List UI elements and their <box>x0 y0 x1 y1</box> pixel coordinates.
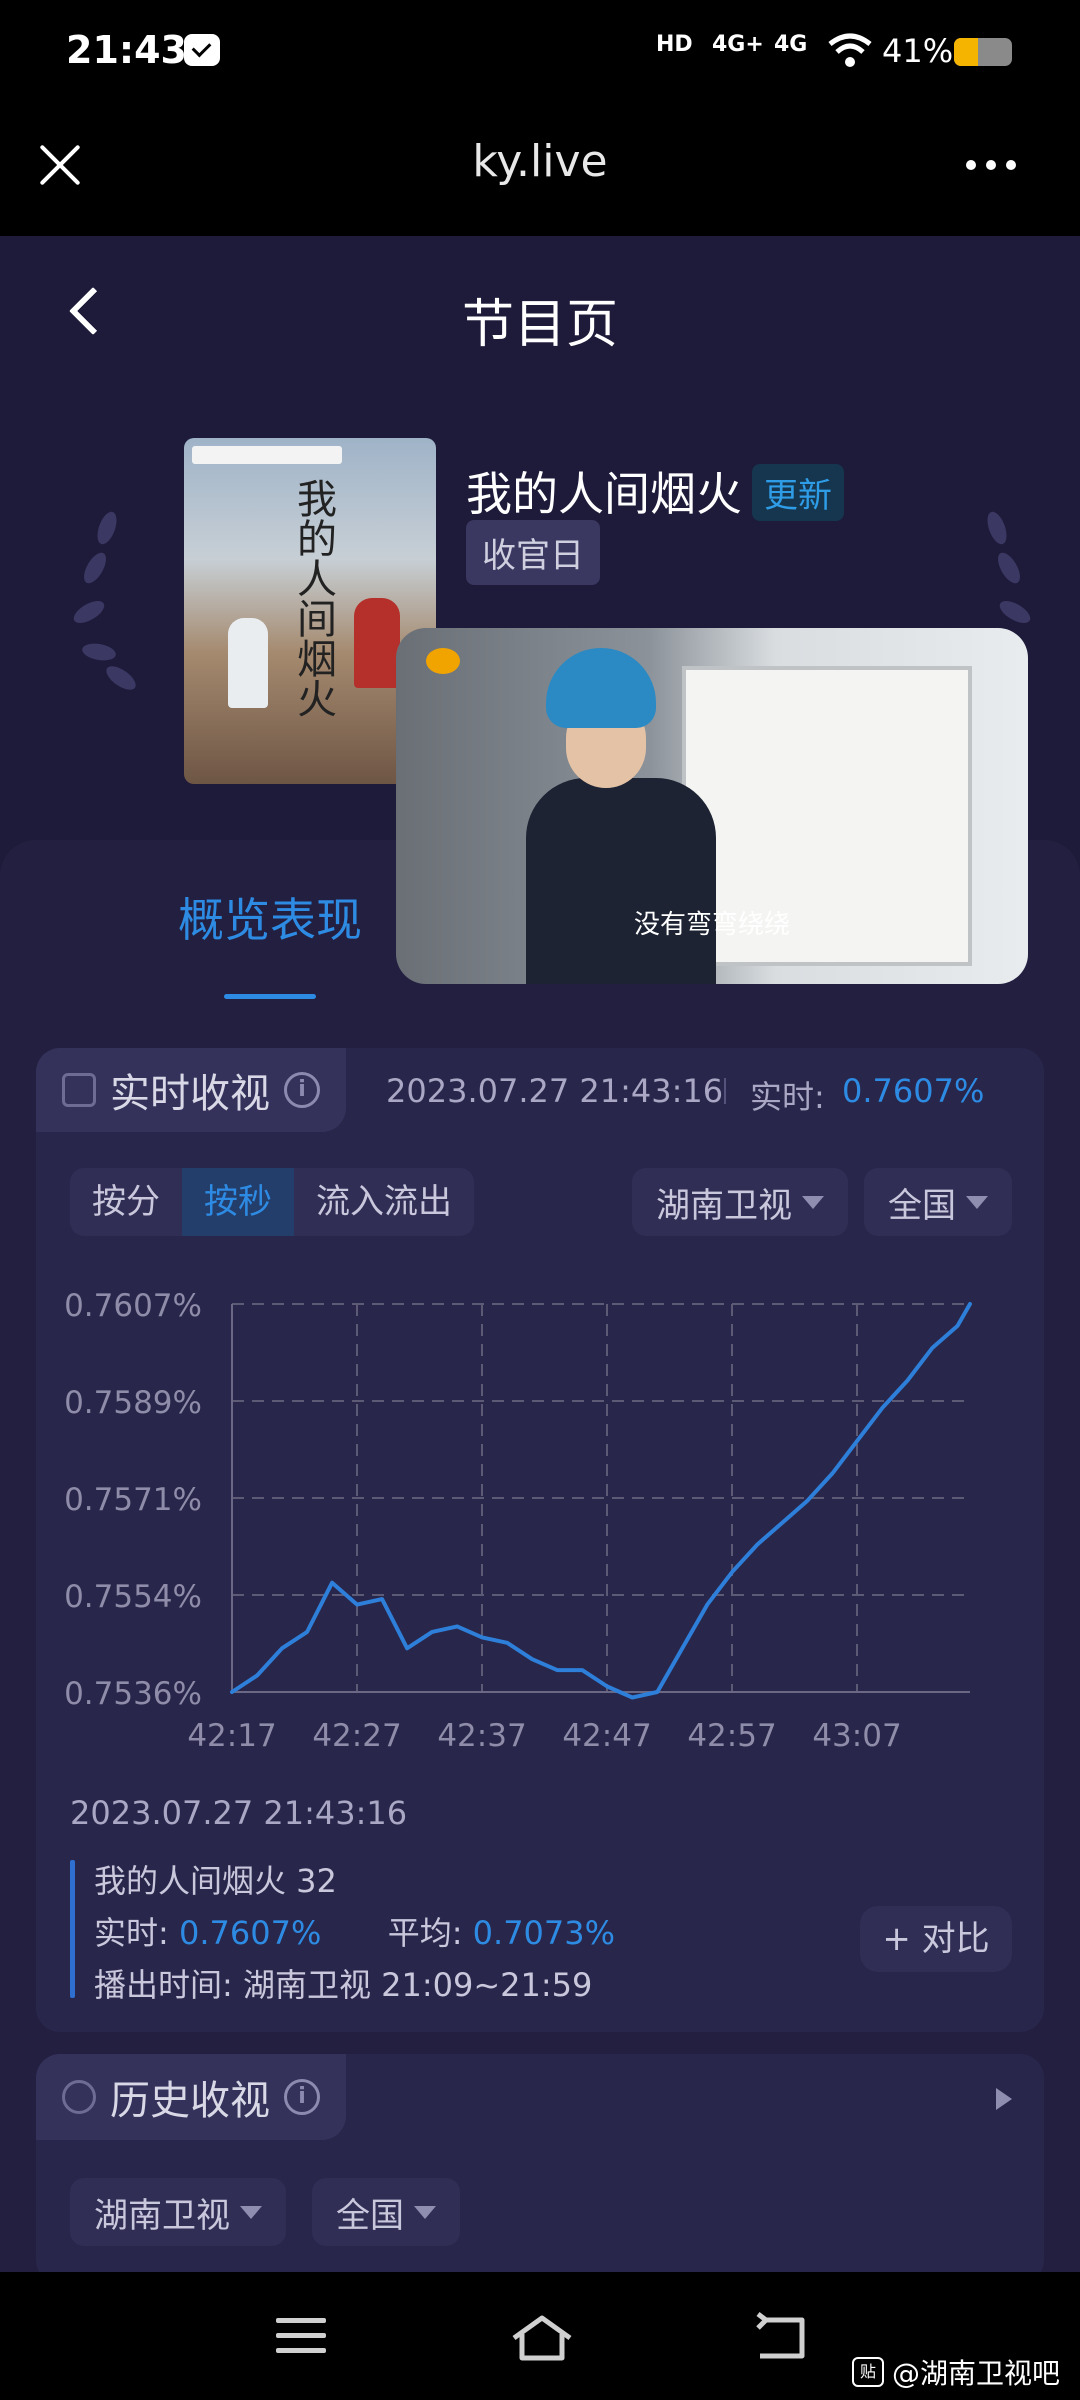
y-tick-label: 0.7536% <box>64 1676 202 1712</box>
x-tick-label: 42:37 <box>437 1718 526 1754</box>
x-tick-label: 42:47 <box>562 1718 651 1754</box>
region-dropdown[interactable]: 全国 <box>864 1168 1012 1236</box>
video-subtitle: 没有弯弯绕绕 <box>633 910 790 940</box>
hd-icon: HD <box>656 32 693 57</box>
x-tick-label: 42:57 <box>687 1718 776 1754</box>
detail-realtime-value: 0.7607% <box>178 1914 322 1952</box>
watermark: 贴 @湖南卫视吧 <box>852 2352 1060 2392</box>
y-tick-label: 0.7554% <box>64 1579 202 1615</box>
poster-figure <box>228 618 268 708</box>
history-region-value: 全国 <box>336 2195 404 2236</box>
expand-arrow-icon[interactable] <box>996 2088 1012 2110</box>
laurel-left-icon <box>64 509 144 710</box>
segment-by-minute[interactable]: 按分 <box>70 1168 182 1236</box>
detail-program: 我的人间烟火 32 <box>94 1862 337 1900</box>
x-tick-label: 42:27 <box>312 1718 401 1754</box>
watermark-text: @湖南卫视吧 <box>892 2357 1061 2390</box>
menu-icon[interactable] <box>276 2318 326 2363</box>
detail-avg-label: 平均: <box>387 1914 463 1952</box>
signal-4g-icon: 4G <box>774 32 808 57</box>
more-dots-icon[interactable] <box>966 160 1016 170</box>
detail-avg-value: 0.7073% <box>472 1914 616 1952</box>
battery-percent: 41% <box>882 32 954 70</box>
x-tick-label: 43:07 <box>812 1718 901 1754</box>
poster-logo-strip <box>192 446 342 464</box>
film-reel-icon <box>62 2080 96 2114</box>
history-region-dropdown[interactable]: 全国 <box>312 2178 460 2246</box>
granularity-switch: 按分 按秒 流入流出 <box>70 1168 474 1236</box>
divider <box>724 1078 726 1104</box>
poster-figure <box>354 598 400 688</box>
tieba-icon: 贴 <box>852 2357 884 2387</box>
notification-icon <box>184 34 220 66</box>
realtime-card-header: 实时收视 i <box>36 1048 346 1132</box>
detail-rates: 实时: 0.7607% 平均: 0.7073% <box>94 1908 615 1954</box>
compare-button[interactable]: + 对比 <box>860 1906 1012 1972</box>
url-title: ky.live <box>472 136 608 187</box>
detail-realtime-label: 实时: <box>94 1914 169 1952</box>
history-title: 历史收视 <box>110 2078 270 2124</box>
page-header: 节目页 <box>0 236 1080 396</box>
battery-icon <box>954 38 1012 66</box>
y-tick-label: 0.7589% <box>64 1385 202 1421</box>
status-bar: 21:43 HD 4G+ 4G 41% <box>0 0 1080 108</box>
detail-airtime: 播出时间: 湖南卫视 21:09~21:59 <box>94 1966 593 2004</box>
history-ratings-card: 历史收视 i <box>36 2054 1044 2284</box>
channel-dropdown[interactable]: 湖南卫视 <box>632 1168 848 1236</box>
realtime-title: 实时收视 <box>110 1071 270 1117</box>
home-icon[interactable] <box>510 2312 574 2362</box>
history-channel-dropdown[interactable]: 湖南卫视 <box>70 2178 286 2246</box>
info-icon[interactable]: i <box>284 2079 320 2115</box>
history-channel-value: 湖南卫视 <box>94 2195 230 2236</box>
poster-calligraphy: 我的人间烟火 <box>290 478 336 718</box>
realtime-line-chart[interactable]: 0.7536% 0.7554% 0.7571% 0.7589% 0.7607% 42:17… <box>36 1260 1044 1780</box>
caret-down-icon <box>802 1195 824 1209</box>
caret-down-icon <box>240 2205 262 2219</box>
realtime-label: 实时: <box>750 1078 825 1116</box>
tab-active-indicator <box>224 994 316 999</box>
realtime-value: 0.7607% <box>842 1072 985 1110</box>
page-title: 节目页 <box>461 295 618 355</box>
calendar-icon <box>62 1073 96 1107</box>
realtime-timestamp: 2023.07.27 21:43:16 <box>386 1072 724 1110</box>
wifi-icon <box>828 33 872 67</box>
y-tick-label: 0.7607% <box>64 1288 202 1324</box>
episode-tag: 收官日 <box>466 520 600 585</box>
series-line <box>230 1302 972 1700</box>
channel-dropdown-value: 湖南卫视 <box>656 1185 792 1226</box>
caret-down-icon <box>966 1195 988 1209</box>
signal-4g-plus-icon: 4G+ <box>712 32 764 57</box>
detail-date: 2023.07.27 21:43:16 <box>70 1794 408 1832</box>
clock: 21:43 <box>66 28 187 72</box>
back-nav-icon[interactable] <box>752 2312 812 2362</box>
caret-down-icon <box>414 2205 436 2219</box>
x-tick-label: 42:17 <box>187 1718 276 1754</box>
tab-overview[interactable]: 概览表现 <box>178 884 362 950</box>
y-tick-label: 0.7571% <box>64 1482 202 1518</box>
program-title: 我的人间烟火 <box>466 467 742 521</box>
info-icon[interactable]: i <box>284 1072 320 1108</box>
series-color-bar <box>70 1860 75 1998</box>
update-badge: 更新 <box>752 464 844 521</box>
segment-by-second[interactable]: 按秒 <box>182 1168 294 1236</box>
region-dropdown-value: 全国 <box>888 1185 956 1226</box>
floating-video-player[interactable]: 没有弯弯绕绕 <box>396 628 1028 984</box>
segment-flow[interactable]: 流入流出 <box>294 1168 474 1236</box>
mango-tv-logo-icon <box>426 648 460 674</box>
browser-toolbar: ky.live <box>0 108 1080 236</box>
history-card-header: 历史收视 i <box>36 2054 346 2140</box>
